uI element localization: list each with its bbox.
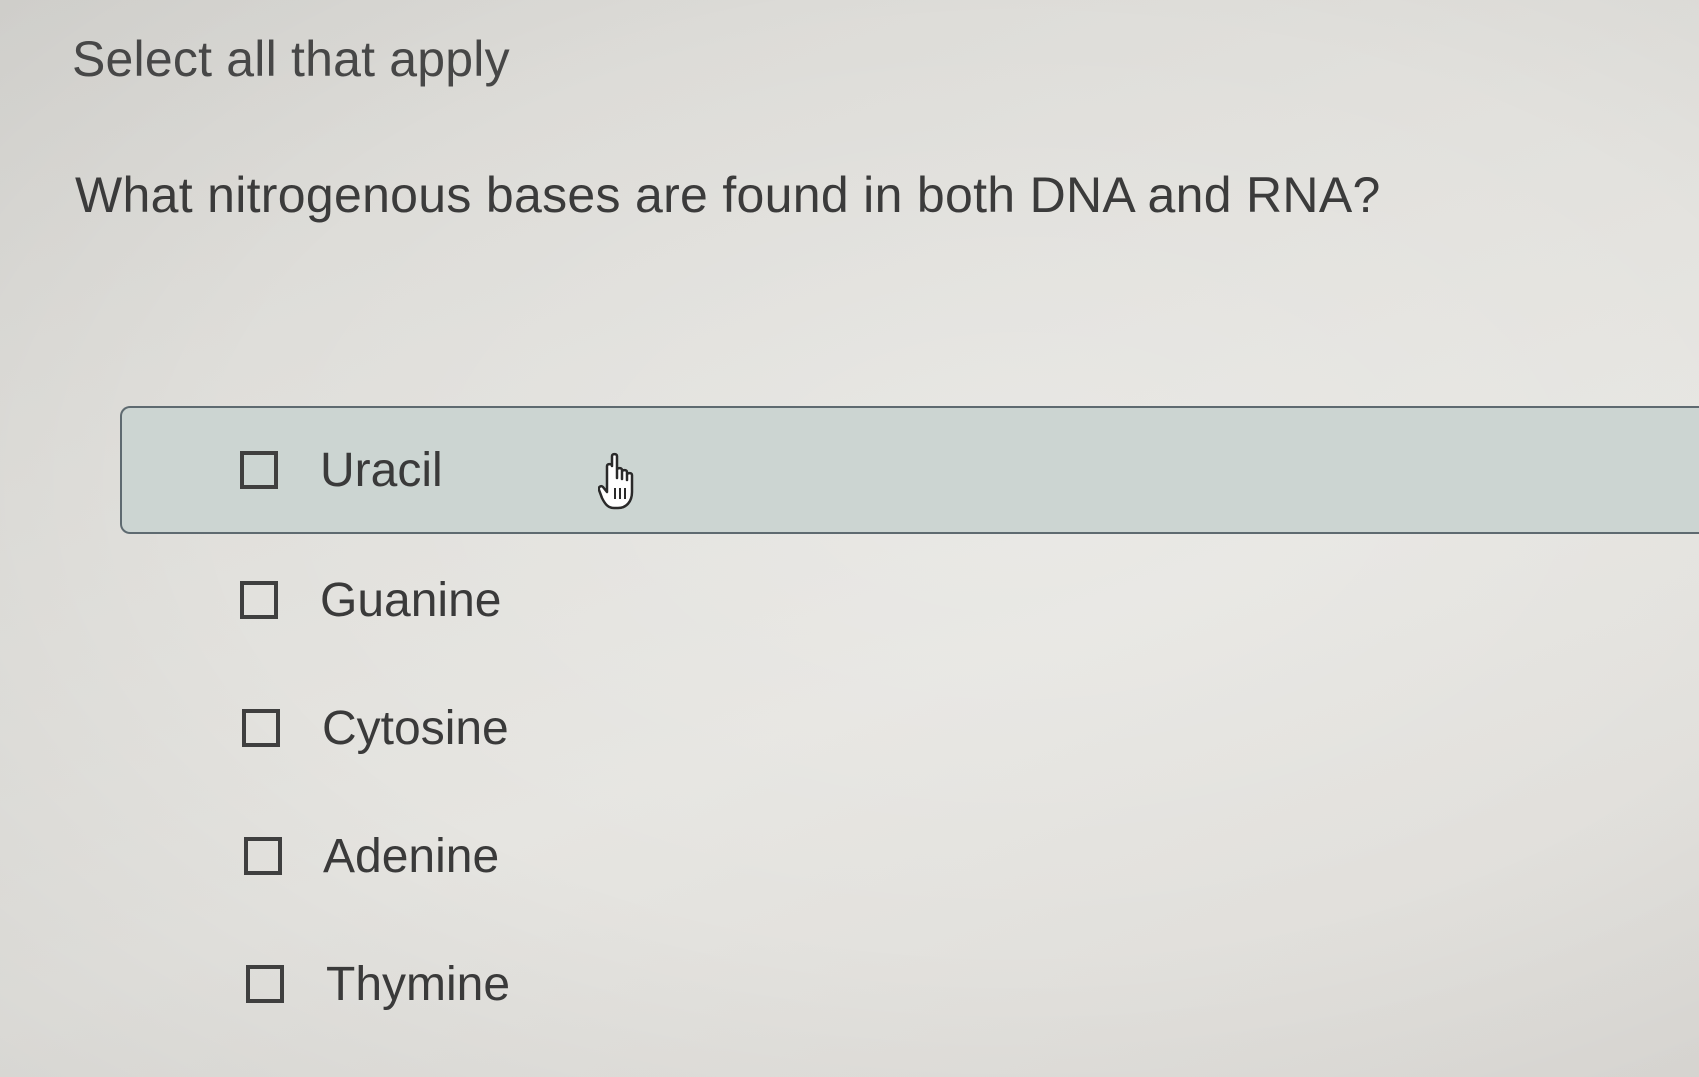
option-label-adenine: Adenine [323, 829, 500, 883]
checkbox-adenine[interactable] [244, 837, 282, 875]
option-label-uracil: Uracil [320, 443, 443, 497]
checkbox-cytosine[interactable] [242, 709, 280, 747]
instruction-text: Select all that apply [72, 31, 510, 87]
option-label-guanine: Guanine [320, 573, 502, 627]
option-cytosine[interactable]: Cytosine [120, 664, 1699, 792]
question-text: What nitrogenous bases are found in both… [75, 167, 1381, 223]
option-thymine[interactable]: Thymine [120, 920, 1699, 1048]
option-label-cytosine: Cytosine [322, 701, 509, 755]
option-uracil[interactable]: Uracil [120, 406, 1699, 534]
checkbox-thymine[interactable] [246, 965, 284, 1003]
checkbox-guanine[interactable] [240, 581, 278, 619]
option-guanine[interactable]: Guanine [120, 536, 1699, 664]
pointer-hand-icon [598, 452, 634, 510]
checkbox-uracil[interactable] [240, 451, 278, 489]
option-label-thymine: Thymine [326, 957, 511, 1011]
option-adenine[interactable]: Adenine [120, 792, 1699, 920]
